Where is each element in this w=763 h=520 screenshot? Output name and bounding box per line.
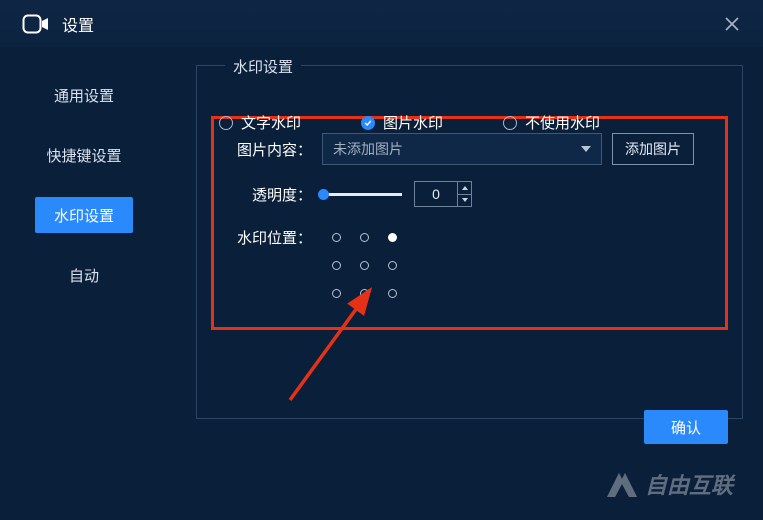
pos-bot-left[interactable] — [332, 289, 341, 298]
opacity-label: 透明度： — [226, 184, 312, 205]
radio-icon — [219, 116, 233, 130]
brand-watermark: 自由互联 — [605, 468, 733, 500]
radio-icon — [361, 116, 375, 130]
pos-bot-right[interactable] — [388, 289, 397, 298]
image-content-label: 图片内容： — [226, 139, 312, 160]
stepper-up[interactable] — [458, 182, 471, 195]
pos-mid-right[interactable] — [388, 261, 397, 270]
pos-top-right[interactable] — [388, 233, 397, 242]
opacity-slider[interactable] — [322, 193, 402, 196]
dropdown-value: 未添加图片 — [333, 139, 403, 159]
image-dropdown[interactable]: 未添加图片 — [322, 133, 602, 165]
pos-mid-left[interactable] — [332, 261, 341, 270]
sidebar-item-label: 快捷键设置 — [46, 145, 121, 166]
opacity-value: 0 — [415, 182, 457, 206]
pos-top-left[interactable] — [332, 233, 341, 242]
pos-mid-center[interactable] — [360, 261, 369, 270]
opacity-row: 透明度： 0 — [226, 181, 713, 207]
radio-label: 图片水印 — [383, 112, 443, 133]
radio-icon — [503, 116, 517, 130]
sidebar-item-hotkey[interactable]: 快捷键设置 — [35, 137, 133, 173]
button-label: 添加图片 — [625, 139, 681, 159]
camera-icon — [22, 14, 50, 34]
radio-no-watermark[interactable]: 不使用水印 — [503, 112, 600, 133]
radio-image-watermark[interactable]: 图片水印 — [361, 112, 443, 133]
stepper-down[interactable] — [458, 195, 471, 207]
pos-bot-center[interactable] — [360, 289, 369, 298]
window-title: 设置 — [62, 12, 94, 36]
position-row: 水印位置： — [226, 223, 713, 307]
pos-top-center[interactable] — [360, 233, 369, 242]
sidebar-item-watermark[interactable]: 水印设置 — [35, 197, 133, 233]
opacity-number-field[interactable]: 0 — [414, 181, 472, 207]
chevron-down-icon — [581, 146, 591, 152]
slider-thumb[interactable] — [318, 189, 329, 200]
brand-text: 自由互联 — [645, 468, 733, 500]
add-image-button[interactable]: 添加图片 — [612, 133, 694, 165]
titlebar: 设置 — [0, 0, 763, 47]
watermark-type-radios: 文字水印 图片水印 不使用水印 — [211, 112, 600, 133]
sidebar-item-general[interactable]: 通用设置 — [35, 77, 133, 113]
button-label: 确认 — [671, 417, 701, 438]
sidebar: 通用设置 快捷键设置 水印设置 自动 — [0, 47, 168, 419]
sidebar-item-label: 通用设置 — [54, 85, 114, 106]
radio-label: 文字水印 — [241, 112, 301, 133]
position-label: 水印位置： — [226, 223, 312, 248]
sidebar-item-auto[interactable]: 自动 — [35, 257, 133, 293]
position-grid — [322, 223, 406, 307]
sidebar-item-label: 自动 — [69, 265, 99, 286]
sidebar-item-label: 水印设置 — [54, 205, 114, 226]
radio-text-watermark[interactable]: 文字水印 — [219, 112, 301, 133]
panel-legend: 水印设置 — [225, 56, 301, 77]
watermark-panel: 水印设置 文字水印 图片水印 不使用水印 — [196, 65, 743, 419]
radio-label: 不使用水印 — [525, 112, 600, 133]
close-button[interactable] — [723, 15, 741, 33]
confirm-button[interactable]: 确认 — [644, 410, 728, 444]
highlighted-region: 图片内容： 未添加图片 添加图片 透明度： — [211, 116, 728, 330]
image-content-row: 图片内容： 未添加图片 添加图片 — [226, 133, 713, 165]
